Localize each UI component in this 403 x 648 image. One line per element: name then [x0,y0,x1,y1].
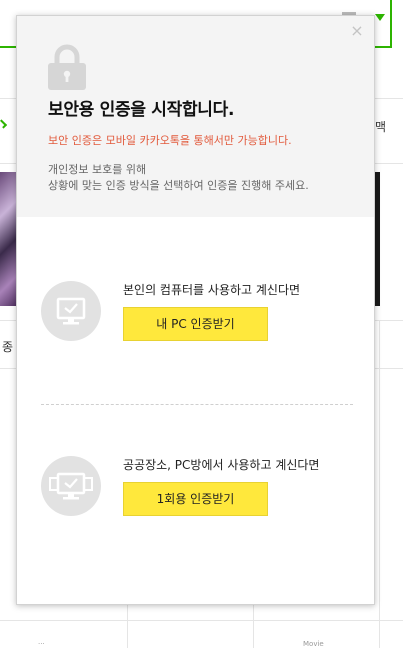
security-auth-dialog: × 보안용 인증을 시작합니다. 보안 인증은 모바일 카카오톡을 통해서만 가… [16,15,375,605]
lock-icon [48,44,86,90]
background-grid-line [127,605,128,648]
background-grid-line [379,320,380,648]
background-text: ··· [38,640,45,648]
check-icon [0,119,8,129]
background-text: 종 [2,340,14,354]
description-text: 개인정보 보호를 위해 상황에 맞는 인증 방식을 선택하여 인증을 진행해 주… [48,162,309,194]
description-line: 개인정보 보호를 위해 [48,163,147,176]
background-grid-line [0,620,403,621]
dashed-divider [41,404,353,405]
background-text: 맥 [375,120,387,134]
option-my-pc: 본인의 컴퓨터를 사용하고 계신다면 내 PC 인증받기 [41,278,361,348]
description-line: 상황에 맞는 인증 방식을 선택하여 인증을 진행해 주세요. [48,179,309,192]
background-image [375,172,380,306]
dropdown-caret-icon [375,14,385,21]
monitor-icon [41,281,101,341]
close-button[interactable]: × [350,23,364,39]
option-one-time: 공공장소, PC방에서 사용하고 계신다면 1회용 인증받기 [41,453,361,523]
background-image [0,172,17,306]
background-text: Movie [303,640,324,648]
notice-text: 보안 인증은 모바일 카카오톡을 통해서만 가능합니다. [48,134,292,147]
background-grid-line [253,605,254,648]
my-pc-auth-button[interactable]: 내 PC 인증받기 [123,307,268,341]
option-description: 공공장소, PC방에서 사용하고 계신다면 [123,458,320,472]
one-time-auth-button[interactable]: 1회용 인증받기 [123,482,268,516]
option-description: 본인의 컴퓨터를 사용하고 계신다면 [123,283,301,297]
dialog-title: 보안용 인증을 시작합니다. [48,100,235,120]
multi-monitor-icon [41,456,101,516]
dialog-header: × 보안용 인증을 시작합니다. 보안 인증은 모바일 카카오톡을 통해서만 가… [17,16,374,217]
